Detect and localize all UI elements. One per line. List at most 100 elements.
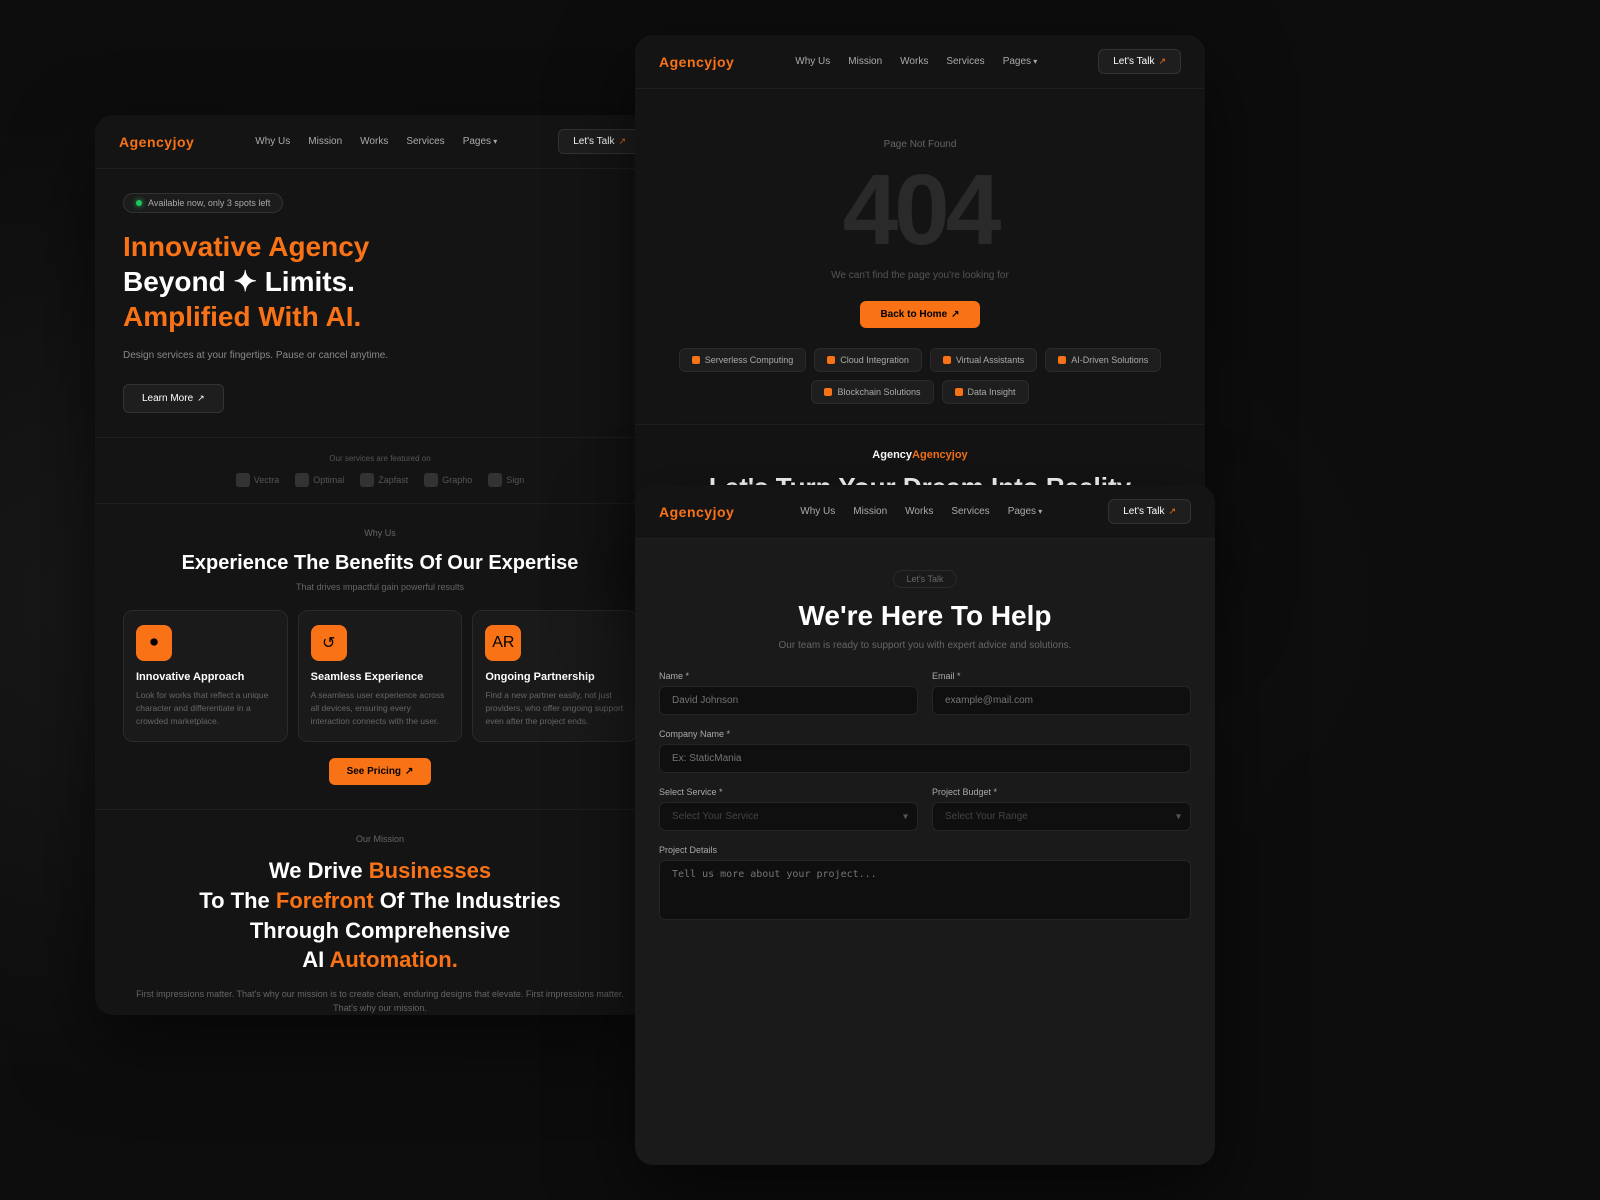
nav-link-pages[interactable]: Pages <box>463 136 498 147</box>
contact-tag: Let's Talk <box>893 570 956 588</box>
404-nav-link-works[interactable]: Works <box>900 56 928 67</box>
email-input[interactable] <box>932 686 1191 715</box>
service-select[interactable]: Select Your Service <box>659 802 918 831</box>
company-input[interactable] <box>659 744 1191 773</box>
contact-nav-cta[interactable]: Let's Talk <box>1108 499 1191 524</box>
dream-brand: AgencyAgencyjoy <box>665 449 1175 461</box>
nav-link-works[interactable]: Works <box>360 136 388 147</box>
contact-nav-logo: Agencyjoy <box>659 504 734 520</box>
contact-nav-link-services[interactable]: Services <box>951 506 989 517</box>
service-select-wrapper: Select Your Service ▾ <box>659 802 918 831</box>
budget-select[interactable]: Select Your Range <box>932 802 1191 831</box>
404-nav-links: Why Us Mission Works Services Pages <box>795 56 1037 67</box>
logo-optimal: Optimal <box>295 473 344 487</box>
name-input[interactable] <box>659 686 918 715</box>
featured-logos-section: Our services are featured on Vectra Opti… <box>95 437 665 503</box>
404-nav-link-mission[interactable]: Mission <box>848 56 882 67</box>
back-to-home-button[interactable]: Back to Home <box>860 301 979 328</box>
logo-vectra: Vectra <box>236 473 280 487</box>
contact-hero: Let's Talk We're Here To Help Our team i… <box>635 539 1215 671</box>
hero-subtitle: Design services at your fingertips. Paus… <box>123 348 403 364</box>
404-nav-link-services[interactable]: Services <box>946 56 984 67</box>
404-nav-link-why-us[interactable]: Why Us <box>795 56 830 67</box>
email-label: Email * <box>932 671 1191 681</box>
logo-grapho: Grapho <box>424 473 472 487</box>
service-tag-0: Serverless Computing <box>679 348 807 372</box>
service-label: Select Service * <box>659 787 918 797</box>
mission-section: Our Mission We Drive Businesses To The F… <box>95 809 665 1015</box>
hero-title: Innovative Agency Beyond ✦ Limits. Ampli… <box>123 229 637 334</box>
details-label: Project Details <box>659 845 1191 855</box>
benefit-icon-2: AR <box>485 625 521 661</box>
mission-desc: First impressions matter. That's why our… <box>123 987 637 1015</box>
main-nav-links: Why Us Mission Works Services Pages <box>255 136 497 147</box>
benefit-title-0: Innovative Approach <box>136 671 275 683</box>
mission-title: We Drive Businesses To The Forefront Of … <box>123 856 637 975</box>
service-tag-2: Virtual Assistants <box>930 348 1037 372</box>
availability-dot <box>136 200 142 206</box>
benefit-card-1: ↺ Seamless Experience A seamless user ex… <box>298 610 463 742</box>
contact-title: We're Here To Help <box>665 600 1185 632</box>
main-nav-cta[interactable]: Let's Talk <box>558 129 641 154</box>
contact-nav: Agencyjoy Why Us Mission Works Services … <box>635 485 1215 539</box>
tag-dot-0 <box>692 356 700 364</box>
budget-select-wrapper: Select Your Range ▾ <box>932 802 1191 831</box>
service-tags: Serverless Computing Cloud Integration V… <box>635 328 1205 424</box>
form-row-company: Company Name * <box>659 729 1191 773</box>
benefits-section: Why Us Experience The Benefits Of Our Ex… <box>95 503 665 809</box>
404-nav-logo: Agencyjoy <box>659 54 734 70</box>
contact-nav-link-pages[interactable]: Pages <box>1008 506 1043 517</box>
mission-tag: Our Mission <box>123 834 637 844</box>
form-row-name-email: Name * Email * <box>659 671 1191 715</box>
availability-badge: Available now, only 3 spots left <box>123 193 283 213</box>
tag-dot-3 <box>1058 356 1066 364</box>
benefits-cards: ⏺ Innovative Approach Look for works tha… <box>123 610 637 742</box>
logo-zapfast: Zapfast <box>360 473 408 487</box>
404-nav-cta[interactable]: Let's Talk <box>1098 49 1181 74</box>
contact-form: Name * Email * Company Name * Select Ser… <box>635 671 1215 959</box>
learn-more-button[interactable]: Learn More <box>123 384 224 413</box>
logo-sign: Sign <box>488 473 524 487</box>
name-label: Name * <box>659 671 918 681</box>
benefits-subtitle: That drives impactful gain powerful resu… <box>123 582 637 592</box>
form-group-name: Name * <box>659 671 918 715</box>
benefit-desc-1: A seamless user experience across all de… <box>311 689 450 727</box>
nav-link-why-us[interactable]: Why Us <box>255 136 290 147</box>
404-content: Page Not Found 404 We can't find the pag… <box>635 89 1205 328</box>
contact-nav-link-mission[interactable]: Mission <box>853 506 887 517</box>
404-nav: Agencyjoy Why Us Mission Works Services … <box>635 35 1205 89</box>
benefit-title-2: Ongoing Partnership <box>485 671 624 683</box>
card-main-agency: Agencyjoy Why Us Mission Works Services … <box>95 115 665 1015</box>
form-group-budget: Project Budget * Select Your Range ▾ <box>932 787 1191 831</box>
company-label: Company Name * <box>659 729 1191 739</box>
nav-link-services[interactable]: Services <box>406 136 444 147</box>
error-code: 404 <box>665 160 1175 260</box>
nav-link-mission[interactable]: Mission <box>308 136 342 147</box>
form-row-details: Project Details <box>659 845 1191 925</box>
page-not-found-label: Page Not Found <box>665 139 1175 150</box>
logo-row: Vectra Optimal Zapfast Grapho Sign <box>123 473 637 487</box>
form-group-email: Email * <box>932 671 1191 715</box>
form-group-company: Company Name * <box>659 729 1191 773</box>
card-contact: Agencyjoy Why Us Mission Works Services … <box>635 485 1215 1165</box>
form-row-service-budget: Select Service * Select Your Service ▾ P… <box>659 787 1191 831</box>
contact-nav-link-works[interactable]: Works <box>905 506 933 517</box>
details-textarea[interactable] <box>659 860 1191 920</box>
hero-section: Available now, only 3 spots left Innovat… <box>95 169 665 437</box>
form-group-service: Select Service * Select Your Service ▾ <box>659 787 918 831</box>
contact-nav-link-why-us[interactable]: Why Us <box>800 506 835 517</box>
404-nav-link-pages[interactable]: Pages <box>1003 56 1038 67</box>
featured-label: Our services are featured on <box>123 454 637 463</box>
benefit-icon-1: ↺ <box>311 625 347 661</box>
benefit-card-2: AR Ongoing Partnership Find a new partne… <box>472 610 637 742</box>
see-pricing-button[interactable]: See Pricing <box>329 758 432 785</box>
contact-nav-links: Why Us Mission Works Services Pages <box>800 506 1042 517</box>
error-desc: We can't find the page you're looking fo… <box>665 270 1175 281</box>
service-tag-4: Blockchain Solutions <box>811 380 933 404</box>
benefit-title-1: Seamless Experience <box>311 671 450 683</box>
tag-dot-1 <box>827 356 835 364</box>
benefit-desc-2: Find a new partner easily, not just prov… <box>485 689 624 727</box>
form-group-details: Project Details <box>659 845 1191 925</box>
service-tag-3: AI-Driven Solutions <box>1045 348 1161 372</box>
tag-dot-4 <box>824 388 832 396</box>
